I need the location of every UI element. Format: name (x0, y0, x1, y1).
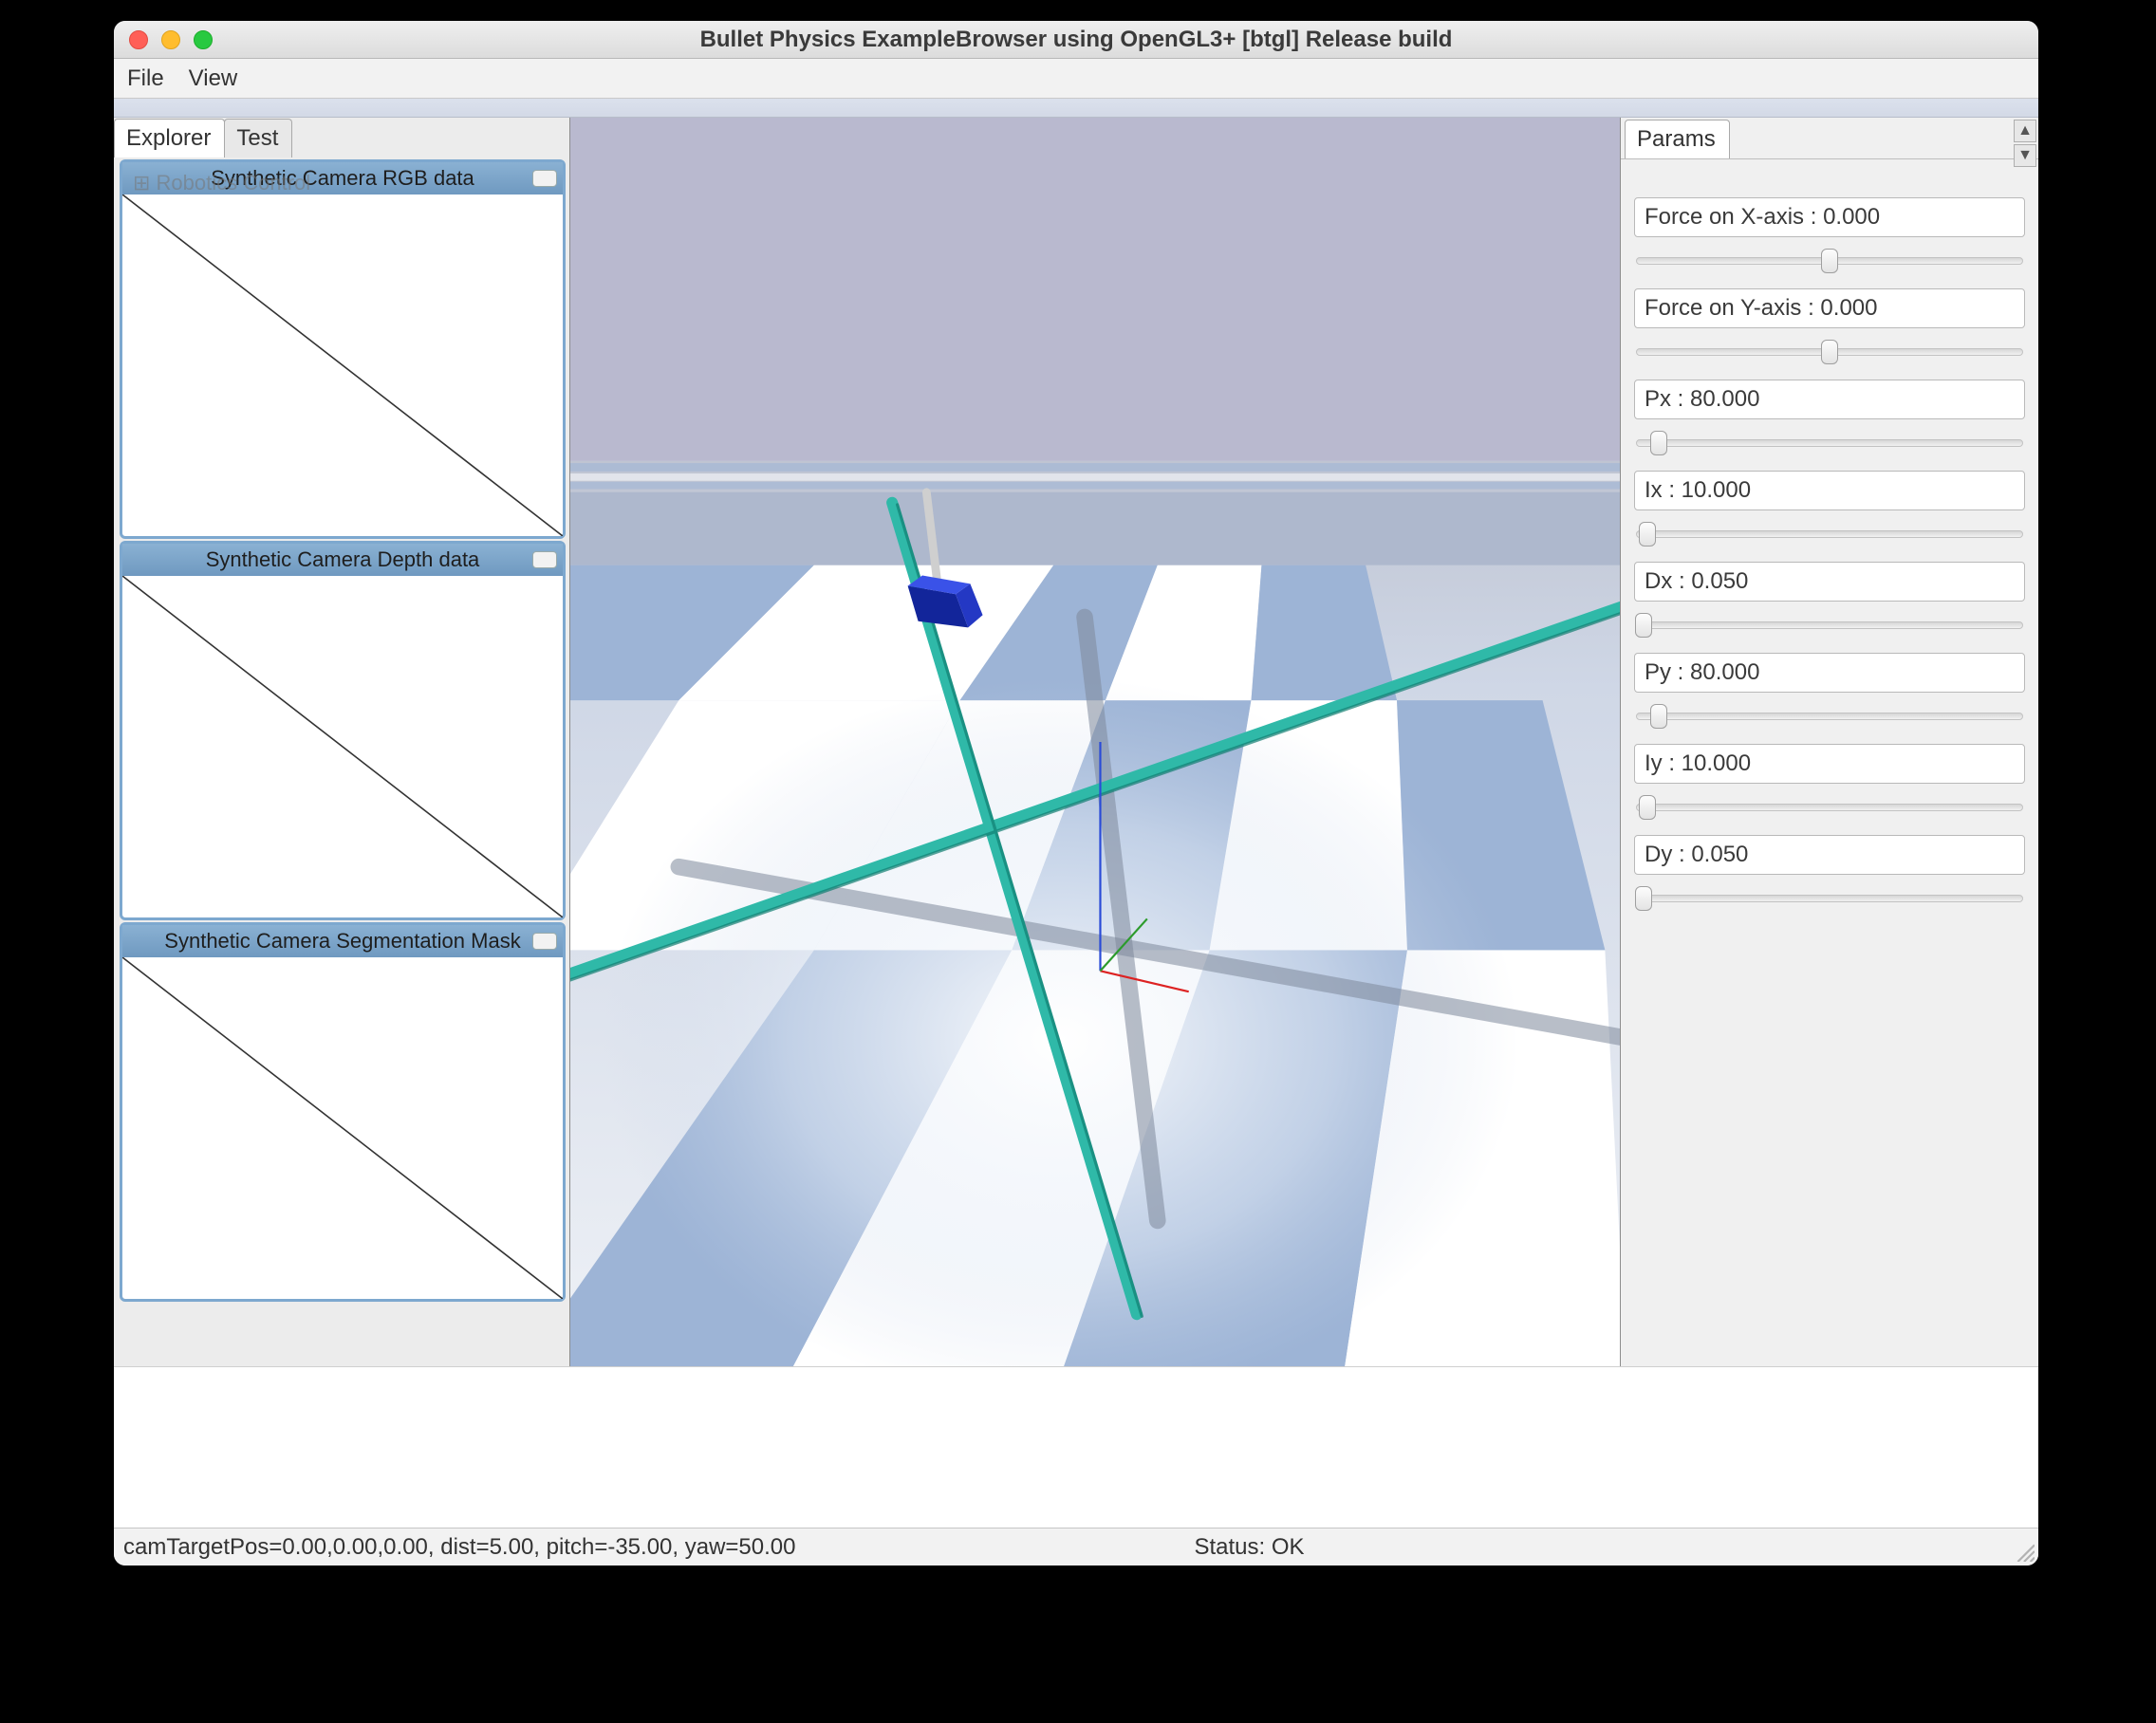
log-area (114, 1366, 2038, 1528)
tab-params[interactable]: Params (1625, 120, 1730, 158)
status-ok-text: Status: OK (1194, 1534, 1304, 1561)
camera-panel-depth-header[interactable]: Synthetic Camera Depth data (122, 544, 563, 576)
param-slider-1[interactable] (1636, 340, 2023, 364)
camera-panel-rgb: Synthetic Camera RGB data (120, 159, 566, 539)
resize-grip-icon[interactable] (2014, 1541, 2035, 1562)
explorer-tabs: Explorer Test (114, 116, 569, 157)
3d-viewport[interactable] (569, 118, 1621, 1366)
content-area: Explorer Test ⊞ Robotics Control Synthet… (114, 118, 2038, 1528)
camera-panel-depth-title: Synthetic Camera Depth data (206, 547, 480, 572)
slider-track (1636, 439, 2023, 447)
camera-panel-seg-body (122, 957, 563, 1299)
statusbar: camTargetPos=0.00,0.00,0.00, dist=5.00, … (114, 1528, 2038, 1566)
slider-thumb[interactable] (1635, 613, 1652, 638)
param-field-1[interactable]: Force on Y-axis : 0.000 (1634, 288, 2025, 328)
camera-panel-rgb-collapse-button[interactable] (532, 170, 557, 187)
slider-track (1636, 530, 2023, 538)
params-body: Force on X-axis : 0.000 Force on Y-axis :… (1621, 159, 2038, 1366)
param-field-2[interactable]: Px : 80.000 (1634, 380, 2025, 419)
param-slider-5[interactable] (1636, 704, 2023, 729)
slider-track (1636, 804, 2023, 811)
camera-panel-depth-collapse-button[interactable] (532, 551, 557, 568)
slider-track (1636, 713, 2023, 720)
param-field-4[interactable]: Dx : 0.050 (1634, 562, 2025, 602)
slider-track (1636, 895, 2023, 902)
params-tabs: Params (1621, 118, 2038, 159)
scroll-down-button[interactable]: ▼ (2014, 144, 2036, 167)
slider-thumb[interactable] (1650, 704, 1667, 729)
slider-track (1636, 621, 2023, 629)
param-field-3[interactable]: Ix : 10.000 (1634, 471, 2025, 510)
param-field-5[interactable]: Py : 80.000 (1634, 653, 2025, 693)
param-field-0[interactable]: Force on X-axis : 0.000 (1634, 197, 2025, 237)
param-slider-7[interactable] (1636, 886, 2023, 911)
slider-thumb[interactable] (1821, 249, 1838, 273)
slider-thumb[interactable] (1639, 795, 1656, 820)
camera-panel-seg-header[interactable]: Synthetic Camera Segmentation Mask (122, 925, 563, 957)
camera-panel-seg-collapse-button[interactable] (532, 933, 557, 950)
menu-view[interactable]: View (189, 65, 238, 92)
status-camera-text: camTargetPos=0.00,0.00,0.00, dist=5.00, … (123, 1534, 795, 1561)
param-slider-4[interactable] (1636, 613, 2023, 638)
camera-panel-rgb-body (122, 195, 563, 536)
tab-test[interactable]: Test (224, 119, 292, 157)
window-title: Bullet Physics ExampleBrowser using Open… (114, 27, 2038, 53)
param-field-7[interactable]: Dy : 0.050 (1634, 835, 2025, 875)
camera-panel-seg: Synthetic Camera Segmentation Mask (120, 922, 566, 1302)
app-window: Bullet Physics ExampleBrowser using Open… (114, 21, 2038, 1566)
param-slider-2[interactable] (1636, 431, 2023, 455)
left-panel: Explorer Test ⊞ Robotics Control Synthet… (114, 118, 569, 1366)
camera-panel-depth: Synthetic Camera Depth data (120, 541, 566, 920)
camera-panel-depth-body (122, 576, 563, 917)
camera-panels: Synthetic Camera RGB data Synthetic Came… (120, 159, 566, 1304)
slider-thumb[interactable] (1639, 522, 1656, 547)
param-slider-3[interactable] (1636, 522, 2023, 547)
titlebar: Bullet Physics ExampleBrowser using Open… (114, 21, 2038, 59)
param-field-6[interactable]: Iy : 10.000 (1634, 744, 2025, 784)
tree-item-robotics[interactable]: ⊞ Robotics Control (133, 171, 310, 195)
slider-thumb[interactable] (1650, 431, 1667, 455)
scroll-up-button[interactable]: ▲ (2014, 120, 2036, 142)
slider-thumb[interactable] (1635, 886, 1652, 911)
toolbar-strip (114, 99, 2038, 118)
menubar: File View (114, 59, 2038, 99)
tab-explorer[interactable]: Explorer (114, 119, 225, 157)
slider-thumb[interactable] (1821, 340, 1838, 364)
param-slider-0[interactable] (1636, 249, 2023, 273)
menu-file[interactable]: File (127, 65, 164, 92)
param-slider-6[interactable] (1636, 795, 2023, 820)
camera-panel-seg-title: Synthetic Camera Segmentation Mask (164, 929, 520, 954)
upper-row: Explorer Test ⊞ Robotics Control Synthet… (114, 118, 2038, 1366)
right-panel: Params ▲ ▼ Force on X-axis : 0.000Force … (1621, 118, 2038, 1366)
